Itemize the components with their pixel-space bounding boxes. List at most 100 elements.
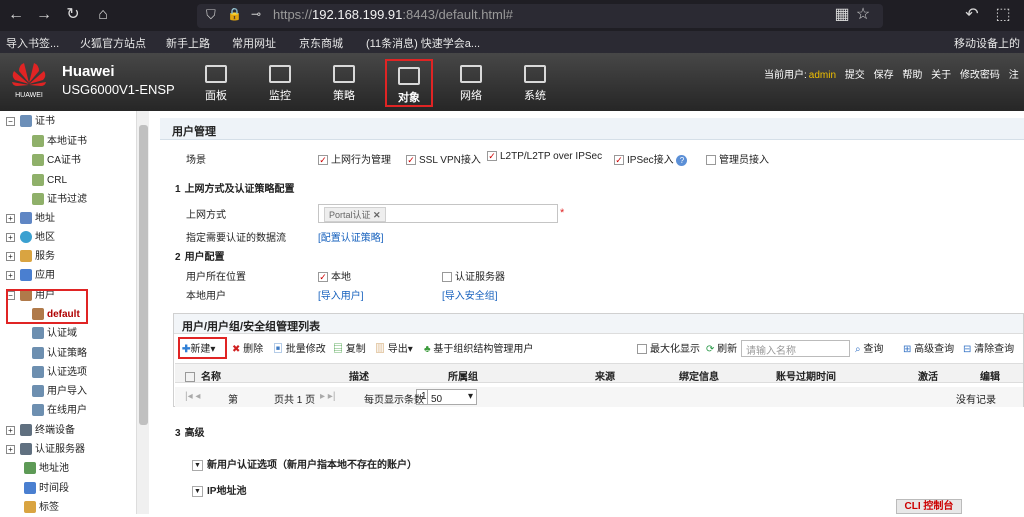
- bookmark-import[interactable]: 导入书签...: [6, 35, 59, 51]
- tab-monitor[interactable]: 监控: [256, 59, 304, 107]
- scene-ipsec[interactable]: ✓ IPSec接入 ?: [614, 151, 688, 166]
- ip-pool-section[interactable]: ▼ IP地址池: [192, 482, 246, 497]
- save-link[interactable]: 保存: [874, 70, 894, 81]
- expand-icon[interactable]: +: [6, 251, 15, 261]
- bookmark-getting-started[interactable]: 新手上路: [166, 35, 210, 51]
- col-binding[interactable]: 绑定信息: [679, 368, 719, 383]
- expand-icon[interactable]: +: [6, 213, 15, 223]
- cli-console-button[interactable]: CLI 控制台: [896, 499, 962, 514]
- bookmark-jd[interactable]: 京东商城: [299, 35, 343, 51]
- scene-admin-access[interactable]: 管理员接入: [706, 151, 769, 166]
- config-auth-policy-link[interactable]: [配置认证策略]: [318, 229, 384, 244]
- checkbox-checked[interactable]: ✓: [318, 155, 328, 166]
- col-active[interactable]: 激活: [918, 368, 938, 383]
- tree-item-ca-cert[interactable]: CA证书: [32, 152, 81, 170]
- tree-item-application[interactable]: + 应用: [6, 267, 55, 285]
- import-users-link[interactable]: [导入用户]: [318, 287, 364, 302]
- checkbox-unchecked[interactable]: [442, 272, 452, 283]
- home-icon[interactable]: ⌂: [93, 5, 113, 25]
- undo-icon[interactable]: ↶: [962, 5, 982, 25]
- tree-item-online-users[interactable]: 在线用户: [32, 402, 87, 420]
- extensions-icon[interactable]: ⬚: [993, 5, 1013, 25]
- new-button[interactable]: ✚新建▾: [182, 340, 215, 355]
- export-button[interactable]: ▥ 导出▾: [375, 340, 413, 355]
- tree-item-time-range[interactable]: 时间段: [24, 480, 69, 498]
- scene-behavior[interactable]: ✓ 上网行为管理: [318, 151, 391, 166]
- tree-item-terminal[interactable]: + 终端设备: [6, 422, 75, 440]
- next-last-page-icon[interactable]: ▸ ▸|: [320, 391, 335, 402]
- logout-link[interactable]: 注: [1009, 70, 1019, 81]
- tree-item-crl[interactable]: CRL: [32, 172, 67, 190]
- tree-item-auth-policy[interactable]: 认证策略: [32, 345, 87, 363]
- bookmark-firefox-official[interactable]: 火狐官方站点: [80, 35, 146, 51]
- expand-icon[interactable]: +: [6, 270, 15, 280]
- tree-item-auth-domain[interactable]: 认证域: [32, 325, 77, 343]
- org-structure-button[interactable]: ♣ 基于组织结构管理用户: [424, 340, 533, 355]
- batch-edit-button[interactable]: ▣ 批量修改: [273, 340, 326, 355]
- tree-item-certificate[interactable]: − 证书: [6, 113, 55, 131]
- expand-icon[interactable]: +: [6, 444, 15, 454]
- checkbox-checked[interactable]: ✓: [487, 151, 497, 162]
- tree-item-auth-server[interactable]: + 认证服务器: [6, 441, 85, 459]
- tree-item-address-pool[interactable]: 地址池: [24, 460, 69, 478]
- clear-query-button[interactable]: ⊟ 清除查询: [963, 340, 1014, 355]
- tab-object[interactable]: 对象: [385, 59, 433, 107]
- scene-l2tp[interactable]: ✓ L2TP/L2TP over IPSec: [487, 151, 602, 162]
- per-page-select[interactable]: 50 ▾: [427, 389, 477, 405]
- col-group[interactable]: 所属组: [448, 368, 478, 383]
- import-groups-link[interactable]: [导入安全组]: [442, 287, 498, 302]
- bookmark-mobile[interactable]: 移动设备上的: [954, 35, 1020, 51]
- bookmark-csdn[interactable]: (11条消息) 快速学会a...: [366, 35, 480, 51]
- checkbox-checked[interactable]: ✓: [614, 155, 624, 166]
- checkbox-unchecked[interactable]: [637, 344, 647, 355]
- col-edit[interactable]: 编辑: [980, 368, 1000, 383]
- tree-item-auth-options[interactable]: 认证选项: [32, 364, 87, 382]
- query-button[interactable]: ⌕ 查询: [855, 340, 883, 355]
- tab-policy[interactable]: 策略: [320, 59, 368, 107]
- bookmark-star-icon[interactable]: ☆: [853, 5, 873, 25]
- tree-item-tag[interactable]: 标签: [24, 499, 59, 517]
- forward-icon[interactable]: →: [34, 5, 54, 25]
- delete-button[interactable]: ✖ 删除: [232, 340, 263, 355]
- first-prev-page-icon[interactable]: |◂ ◂: [185, 391, 200, 402]
- tree-item-region[interactable]: + 地区: [6, 229, 55, 247]
- help-link[interactable]: 帮助: [902, 70, 922, 81]
- back-icon[interactable]: ←: [6, 5, 26, 25]
- help-icon[interactable]: ?: [676, 155, 688, 166]
- copy-button[interactable]: ▤ 复制: [333, 340, 366, 355]
- portal-auth-tag[interactable]: Portal认证 ✕: [324, 207, 386, 222]
- submit-link[interactable]: 提交: [845, 70, 865, 81]
- tab-dashboard[interactable]: 面板: [192, 59, 240, 107]
- search-input[interactable]: 请输入名称: [741, 340, 850, 357]
- expand-icon[interactable]: +: [6, 425, 15, 435]
- col-description[interactable]: 描述: [349, 368, 369, 383]
- tree-item-service[interactable]: + 服务: [6, 248, 55, 266]
- bookmark-common-sites[interactable]: 常用网址: [232, 35, 276, 51]
- tab-system[interactable]: 系统: [511, 59, 559, 107]
- scene-ssl-vpn[interactable]: ✓ SSL VPN接入: [406, 151, 481, 166]
- scrollbar-thumb[interactable]: [139, 125, 148, 425]
- location-auth-server[interactable]: 认证服务器: [442, 268, 505, 283]
- reload-icon[interactable]: ↻: [63, 5, 83, 25]
- tree-item-local-cert[interactable]: 本地证书: [32, 133, 87, 151]
- expand-icon[interactable]: +: [6, 232, 15, 242]
- sidebar-scrollbar[interactable]: [136, 111, 149, 514]
- checkbox-checked[interactable]: ✓: [318, 272, 328, 283]
- tree-item-address[interactable]: + 地址: [6, 210, 55, 228]
- change-password-link[interactable]: 修改密码: [960, 70, 1000, 81]
- checkbox-checked[interactable]: ✓: [406, 155, 416, 166]
- access-mode-field[interactable]: Portal认证 ✕: [318, 204, 558, 223]
- collapse-icon[interactable]: −: [6, 116, 15, 126]
- maximize-toggle[interactable]: 最大化显示: [637, 340, 700, 355]
- refresh-button[interactable]: ⟳ 刷新: [706, 340, 737, 355]
- tab-network[interactable]: 网络: [447, 59, 495, 107]
- tree-item-user-import[interactable]: 用户导入: [32, 383, 87, 401]
- tree-item-cert-filter[interactable]: 证书过滤: [32, 191, 87, 209]
- checkbox-unchecked[interactable]: [706, 155, 716, 166]
- url-text[interactable]: https://192.168.199.91:8443/default.html…: [273, 7, 513, 22]
- advanced-query-button[interactable]: ⊞ 高级查询: [903, 340, 954, 355]
- about-link[interactable]: 关于: [931, 70, 951, 81]
- col-name[interactable]: 名称: [201, 368, 221, 383]
- qr-code-icon[interactable]: ▦: [832, 5, 852, 25]
- col-expiry[interactable]: 账号过期时间: [776, 368, 836, 383]
